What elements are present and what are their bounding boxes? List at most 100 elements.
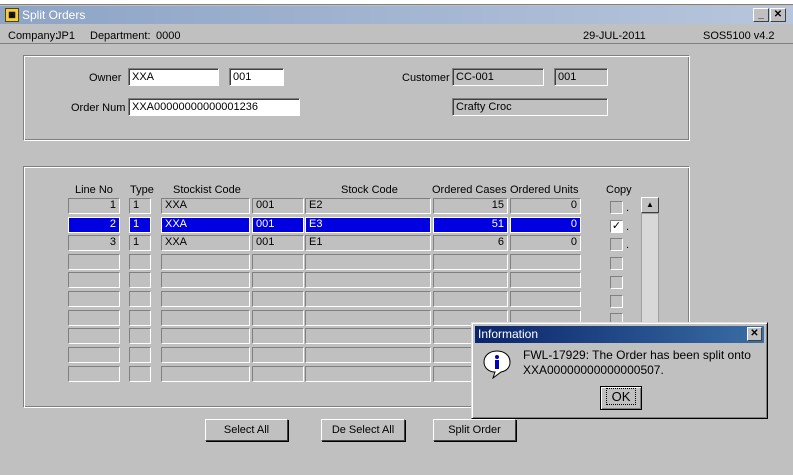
empty-cell[interactable] — [252, 366, 304, 382]
order-num-field[interactable]: XXA00000000000001236 — [128, 98, 300, 116]
empty-cell[interactable] — [305, 291, 431, 307]
owner-field[interactable]: XXA — [128, 68, 219, 86]
line-no-cell[interactable]: 2 — [68, 217, 120, 233]
empty-cell[interactable] — [68, 328, 120, 344]
empty-cell[interactable] — [129, 366, 151, 382]
dialog-close-button[interactable]: ✕ — [747, 327, 762, 341]
empty-cell[interactable] — [510, 291, 581, 307]
copy-checkbox[interactable] — [610, 276, 623, 289]
empty-cell[interactable] — [68, 291, 120, 307]
stockist-cell[interactable]: XXA — [161, 217, 250, 233]
empty-cell[interactable] — [433, 291, 508, 307]
stockist-code-cell[interactable]: 001 — [252, 198, 304, 214]
col-line-no: Line No — [75, 184, 113, 196]
department-label: Department: — [90, 30, 151, 42]
empty-cell[interactable] — [252, 291, 304, 307]
status-bar: Company: JP1 Department: 0000 29-JUL-201… — [0, 28, 793, 44]
dialog-title: Information — [478, 327, 539, 341]
stockist-cell[interactable]: XXA — [161, 198, 250, 214]
empty-cell[interactable] — [433, 272, 508, 288]
information-dialog[interactable]: Information ✕ FWL-17929: The Order has b… — [471, 322, 768, 419]
empty-cell[interactable] — [433, 254, 508, 270]
empty-cell[interactable] — [129, 310, 151, 326]
empty-cell[interactable] — [305, 310, 431, 326]
empty-cell[interactable] — [68, 254, 120, 270]
scroll-up-button[interactable]: ▲ — [641, 197, 659, 213]
empty-cell[interactable] — [161, 310, 250, 326]
empty-cell[interactable] — [129, 254, 151, 270]
window-titlebar[interactable]: ▦ Split Orders _ ✕ — [0, 6, 793, 24]
ok-label: OK — [605, 388, 637, 405]
units-cell[interactable]: 0 — [510, 235, 581, 251]
type-cell[interactable]: 1 — [129, 198, 151, 214]
empty-cell[interactable] — [129, 347, 151, 363]
copy-checkbox[interactable]: ✓ — [610, 220, 623, 233]
row-marker: . — [626, 239, 630, 251]
empty-cell[interactable] — [305, 347, 431, 363]
cases-cell[interactable]: 6 — [433, 235, 508, 251]
empty-cell[interactable] — [68, 347, 120, 363]
empty-cell[interactable] — [129, 272, 151, 288]
order-num-label: Order Num — [71, 102, 126, 114]
customer-code-field: 001 — [554, 68, 608, 86]
stock-code-cell[interactable]: E2 — [305, 198, 431, 214]
company-label: Company: — [8, 30, 59, 42]
empty-cell[interactable] — [510, 272, 581, 288]
empty-cell[interactable] — [161, 254, 250, 270]
col-ordered-cases: Ordered Cases — [432, 184, 507, 196]
app-icon: ▦ — [5, 8, 19, 22]
dialog-message: FWL-17929: The Order has been split onto… — [523, 348, 763, 378]
ok-button[interactable]: OK — [600, 386, 642, 410]
copy-checkbox[interactable] — [610, 238, 623, 251]
line-no-cell[interactable]: 1 — [68, 198, 120, 214]
deselect-all-button[interactable]: De Select All — [321, 419, 405, 441]
owner-label: Owner — [89, 72, 122, 84]
cases-cell[interactable]: 15 — [433, 198, 508, 214]
empty-cell[interactable] — [252, 254, 304, 270]
empty-cell[interactable] — [305, 328, 431, 344]
copy-checkbox[interactable] — [610, 257, 623, 270]
empty-cell[interactable] — [161, 347, 250, 363]
col-stock-code: Stock Code — [341, 184, 398, 196]
dialog-message-line: XXA00000000000000507. — [523, 363, 664, 377]
type-cell[interactable]: 1 — [129, 235, 151, 251]
copy-checkbox[interactable] — [610, 295, 623, 308]
type-cell[interactable]: 1 — [129, 217, 151, 233]
program-id: SOS5100 v4.2 — [703, 30, 775, 42]
empty-cell[interactable] — [161, 291, 250, 307]
empty-cell[interactable] — [161, 272, 250, 288]
select-all-button[interactable]: Select All — [205, 419, 288, 441]
dialog-titlebar[interactable]: Information ✕ — [475, 326, 764, 343]
split-order-button[interactable]: Split Order — [433, 419, 516, 441]
empty-cell[interactable] — [510, 254, 581, 270]
close-window-button[interactable]: ✕ — [770, 8, 786, 22]
empty-cell[interactable] — [305, 254, 431, 270]
units-cell[interactable]: 0 — [510, 217, 581, 233]
empty-cell[interactable] — [161, 328, 250, 344]
empty-cell[interactable] — [305, 366, 431, 382]
empty-cell[interactable] — [252, 310, 304, 326]
empty-cell[interactable] — [68, 366, 120, 382]
company-value: JP1 — [56, 30, 75, 42]
copy-checkbox[interactable] — [610, 201, 623, 214]
empty-cell[interactable] — [252, 328, 304, 344]
col-stockist-code: Stockist Code — [173, 184, 241, 196]
empty-cell[interactable] — [129, 291, 151, 307]
minimize-button[interactable]: _ — [753, 8, 769, 22]
empty-cell[interactable] — [161, 366, 250, 382]
empty-cell[interactable] — [68, 310, 120, 326]
empty-cell[interactable] — [305, 272, 431, 288]
cases-cell[interactable]: 51 — [433, 217, 508, 233]
stock-code-cell[interactable]: E1 — [305, 235, 431, 251]
empty-cell[interactable] — [129, 328, 151, 344]
empty-cell[interactable] — [68, 272, 120, 288]
empty-cell[interactable] — [252, 272, 304, 288]
units-cell[interactable]: 0 — [510, 198, 581, 214]
owner-code-field[interactable]: 001 — [229, 68, 284, 86]
stock-code-cell[interactable]: E3 — [305, 217, 431, 233]
stockist-code-cell[interactable]: 001 — [252, 217, 304, 233]
stockist-code-cell[interactable]: 001 — [252, 235, 304, 251]
line-no-cell[interactable]: 3 — [68, 235, 120, 251]
stockist-cell[interactable]: XXA — [161, 235, 250, 251]
empty-cell[interactable] — [252, 347, 304, 363]
